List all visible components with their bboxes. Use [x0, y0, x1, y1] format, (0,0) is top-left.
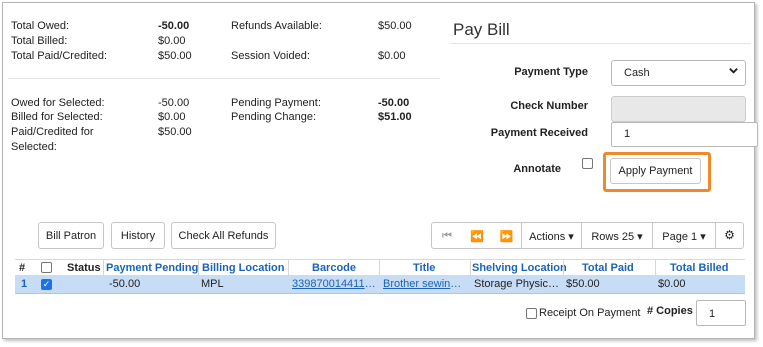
bill-patron-button[interactable]: Bill Patron	[38, 222, 104, 249]
payment-type-select[interactable]: Cash	[611, 60, 746, 86]
paid-selected-value: $50.00	[158, 126, 192, 138]
check-all-refunds-button[interactable]: Check All Refunds	[171, 222, 276, 249]
owed-selected-label: Owed for Selected:	[11, 97, 105, 109]
actions-dropdown[interactable]: Actions ▾	[522, 222, 582, 249]
refunds-available-label: Refunds Available:	[231, 20, 322, 32]
first-page-icon[interactable]: ⏮	[431, 222, 463, 249]
copies-input[interactable]: 1	[696, 300, 746, 326]
summary-divider	[8, 78, 440, 79]
payment-type-value: Cash	[624, 67, 650, 79]
prev-page-icon[interactable]: ⏪	[462, 222, 493, 249]
col-divider	[198, 260, 199, 276]
billed-selected-label: Billed for Selected:	[11, 111, 103, 123]
col-shelving-location[interactable]: Shelving Location	[472, 262, 567, 274]
col-divider	[379, 260, 380, 276]
page-dropdown[interactable]: Page 1 ▾	[653, 222, 716, 249]
row-total-paid: $50.00	[566, 278, 600, 290]
pay-bill-panel: Total Owed: -50.00 Total Billed: $0.00 T…	[2, 2, 758, 339]
total-billed-value: $0.00	[158, 35, 186, 47]
pay-bill-divider	[451, 43, 751, 44]
col-divider	[563, 260, 564, 276]
apply-payment-button[interactable]: Apply Payment	[610, 158, 701, 184]
col-billing-location[interactable]: Billing Location	[202, 262, 285, 274]
pending-change-label: Pending Change:	[231, 111, 317, 123]
rows-dropdown[interactable]: Rows 25 ▾	[582, 222, 653, 249]
row-barcode-link[interactable]: 33987001441159	[292, 278, 376, 290]
col-divider	[655, 260, 656, 276]
next-page-icon[interactable]: ⏩	[492, 222, 522, 249]
gear-icon[interactable]: ⚙	[716, 222, 744, 249]
col-divider	[103, 260, 104, 276]
payment-received-label: Payment Received	[490, 127, 588, 139]
chevron-down-icon	[728, 65, 739, 79]
col-total-paid[interactable]: Total Paid	[582, 262, 634, 274]
row-shelving-location: Storage Physical Equipment	[474, 278, 560, 290]
history-button[interactable]: History	[111, 222, 165, 249]
grid-header: # Status Payment Pending Billing Locatio…	[15, 259, 745, 276]
billed-selected-value: $0.00	[158, 111, 186, 123]
total-paid-label: Total Paid/Credited:	[11, 50, 107, 62]
owed-selected-value: -50.00	[158, 97, 190, 109]
receipt-on-payment-checkbox[interactable]	[526, 308, 537, 319]
total-paid-value: $50.00	[158, 50, 192, 62]
annotate-checkbox[interactable]	[582, 158, 593, 169]
pay-bill-title: Pay Bill	[453, 20, 510, 39]
table-row[interactable]: 1 ✓ -50.00 MPL 33987001441159 Brother se…	[15, 276, 745, 294]
row-total-billed: $0.00	[658, 278, 686, 290]
col-divider	[470, 260, 471, 276]
refunds-available-value: $50.00	[378, 20, 412, 32]
payment-received-input[interactable]: 1	[611, 122, 758, 147]
total-owed-label: Total Owed:	[11, 20, 70, 32]
receipt-on-payment-label: Receipt On Payment	[539, 307, 641, 319]
pending-payment-value: -50.00	[378, 97, 410, 109]
row-payment-pending: -50.00	[109, 278, 141, 290]
session-voided-label: Session Voided:	[231, 50, 310, 62]
rows-label: Rows 25	[591, 231, 635, 243]
actions-label: Actions	[529, 231, 566, 243]
pending-payment-label: Pending Payment:	[231, 97, 321, 109]
col-title[interactable]: Title	[413, 262, 435, 274]
copies-label: # Copies	[647, 305, 693, 317]
col-barcode[interactable]: Barcode	[312, 262, 356, 274]
col-status[interactable]: Status	[67, 262, 101, 274]
session-voided-value: $0.00	[378, 50, 406, 62]
check-number-label: Check Number	[510, 100, 588, 112]
col-total-billed[interactable]: Total Billed	[670, 262, 728, 274]
pending-change-value: $51.00	[378, 111, 412, 123]
page-label: Page 1	[662, 231, 698, 243]
total-owed-value: -50.00	[158, 20, 190, 32]
paid-selected-label-line1: Paid/Credited for	[11, 126, 94, 138]
payment-type-label: Payment Type	[514, 66, 588, 78]
row-number: 1	[21, 278, 28, 290]
col-divider	[288, 260, 289, 276]
select-all-checkbox[interactable]	[41, 262, 52, 273]
row-billing-location: MPL	[201, 278, 224, 290]
annotate-label: Annotate	[513, 163, 561, 175]
paid-selected-label-line2: Selected:	[11, 141, 57, 153]
col-payment-pending[interactable]: Payment Pending	[106, 262, 198, 274]
row-title-link[interactable]: Brother sewing machine	[383, 278, 467, 290]
check-number-input[interactable]	[611, 96, 746, 122]
total-billed-label: Total Billed:	[11, 35, 68, 47]
col-number: #	[19, 262, 26, 274]
row-checkbox-checked[interactable]: ✓	[41, 279, 52, 290]
